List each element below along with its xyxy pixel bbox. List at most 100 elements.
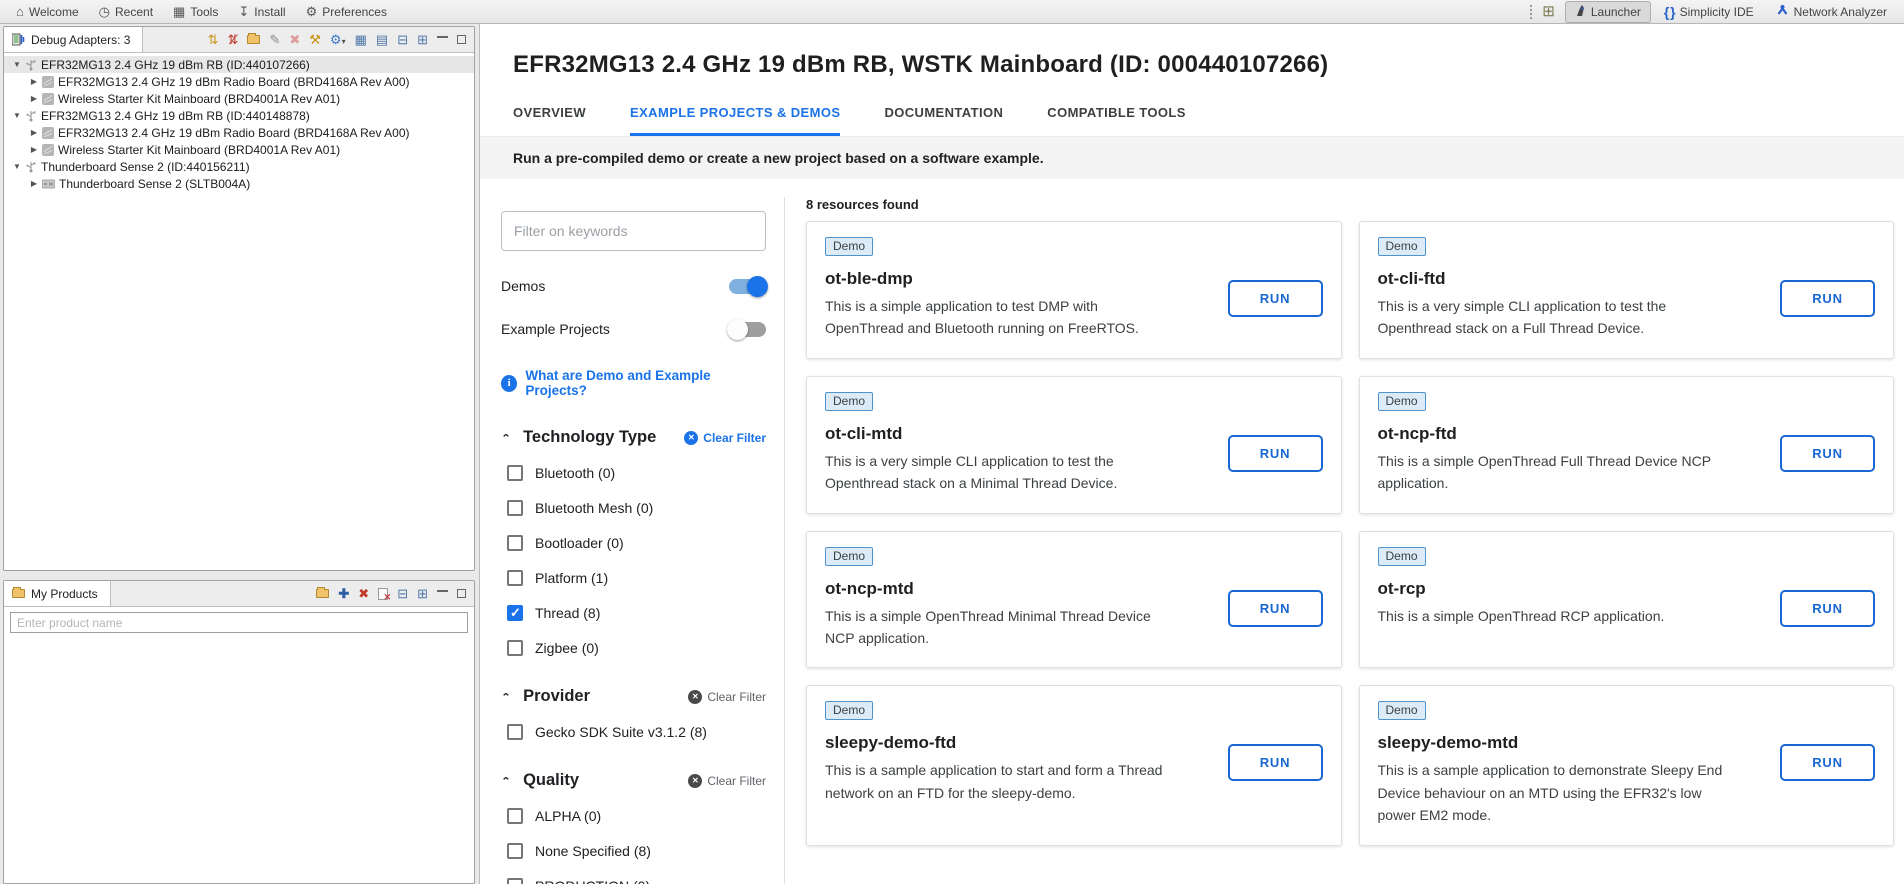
device-tools-icon[interactable]: ⚒: [309, 33, 321, 46]
rename-icon[interactable]: ✎: [269, 33, 280, 46]
chevron-up-icon[interactable]: ⌃: [501, 691, 511, 702]
maximize-panel-icon[interactable]: [457, 589, 466, 598]
remove-all-products-icon[interactable]: [378, 588, 388, 600]
minimize-panel-icon[interactable]: [437, 36, 448, 39]
expand-arrow-icon[interactable]: ▶: [28, 145, 40, 154]
collapse-arrow-icon[interactable]: ▼: [11, 60, 23, 69]
welcome-button[interactable]: ⌂ Welcome: [6, 0, 89, 23]
quality-clear-filter[interactable]: ✕ Clear Filter: [688, 774, 766, 788]
tree-row-adapter-1[interactable]: ▼ EFR32MG13 2.4 GHz 19 dBm RB (ID:440107…: [4, 56, 474, 73]
checkbox-thread[interactable]: Thread (8): [501, 604, 766, 622]
tab-documentation[interactable]: DOCUMENTATION: [884, 105, 1003, 136]
preferences-button[interactable]: ⚙ Preferences: [296, 0, 397, 23]
checkbox-production[interactable]: PRODUCTION (0): [501, 877, 766, 884]
expand-all-icon[interactable]: ⊞: [417, 587, 428, 600]
expand-arrow-icon[interactable]: ▶: [28, 94, 40, 103]
import-products-folder-icon[interactable]: [316, 589, 329, 598]
tree-row-radio-board-2[interactable]: ▶ EFR32MG13 2.4 GHz 19 dBm Radio Board (…: [4, 124, 474, 141]
connect-icon[interactable]: ⇅: [208, 33, 219, 46]
adapter-settings-gear-icon[interactable]: ⚙▾: [330, 33, 346, 46]
tree-row-adapter-2[interactable]: ▼ EFR32MG13 2.4 GHz 19 dBm RB (ID:440148…: [4, 107, 474, 124]
checkbox-none-specified[interactable]: None Specified (8): [501, 842, 766, 860]
debug-adapters-tab[interactable]: Debug Adapters: 3: [4, 27, 143, 52]
collapse-all-icon[interactable]: ⊟: [397, 33, 408, 46]
perspective-network-analyzer-button[interactable]: Network Analyzer: [1767, 2, 1896, 21]
checkbox-icon[interactable]: [507, 878, 523, 884]
tree-row-label: EFR32MG13 2.4 GHz 19 dBm RB (ID:44014887…: [41, 109, 310, 123]
run-button[interactable]: RUN: [1780, 280, 1875, 317]
collapse-arrow-icon[interactable]: ▼: [11, 111, 23, 120]
perspective-switcher: Launcher { } Simplicity IDE Network Anal…: [1563, 0, 1898, 23]
keyword-filter-input[interactable]: [501, 211, 766, 251]
expand-all-icon[interactable]: ⊞: [417, 33, 428, 46]
collapse-arrow-icon[interactable]: ▼: [11, 162, 23, 171]
checkbox-bootloader[interactable]: Bootloader (0): [501, 534, 766, 552]
my-products-tab[interactable]: My Products: [4, 581, 111, 606]
technology-type-clear-filter[interactable]: ✕ Clear Filter: [684, 431, 766, 445]
my-products-title: My Products: [31, 587, 98, 601]
tree-row-mainboard-2[interactable]: ▶ Wireless Starter Kit Mainboard (BRD400…: [4, 141, 474, 158]
checkbox-platform[interactable]: Platform (1): [501, 569, 766, 587]
delete-adapter-icon[interactable]: ✖: [289, 33, 300, 46]
view-cascade-icon[interactable]: ▤: [376, 33, 388, 46]
demos-toggle[interactable]: [729, 279, 766, 294]
remove-product-icon[interactable]: ✖: [358, 587, 369, 600]
perspective-launcher-button[interactable]: Launcher: [1565, 1, 1651, 23]
checkbox-icon[interactable]: [507, 535, 523, 551]
checkbox-icon[interactable]: [507, 808, 523, 824]
demo-card-ot-cli-ftd: Demo ot-cli-ftd This is a very simple CL…: [1359, 221, 1895, 359]
checkbox-icon[interactable]: [507, 570, 523, 586]
checkbox-icon[interactable]: [507, 724, 523, 740]
run-button[interactable]: RUN: [1780, 744, 1875, 781]
technology-type-title: Technology Type: [523, 428, 684, 447]
tab-example-projects-demos[interactable]: EXAMPLE PROJECTS & DEMOS: [630, 105, 840, 136]
checkbox-icon[interactable]: [507, 843, 523, 859]
checkbox-bluetooth-mesh[interactable]: Bluetooth Mesh (0): [501, 499, 766, 517]
tree-row-mainboard-1[interactable]: ▶ Wireless Starter Kit Mainboard (BRD400…: [4, 90, 474, 107]
demo-info-link[interactable]: i What are Demo and Example Projects?: [501, 368, 766, 398]
recent-button[interactable]: ◷ Recent: [89, 0, 163, 23]
tab-overview[interactable]: OVERVIEW: [513, 105, 586, 136]
run-button[interactable]: RUN: [1228, 744, 1323, 781]
provider-clear-filter[interactable]: ✕ Clear Filter: [688, 690, 766, 704]
chevron-up-icon[interactable]: ⌃: [501, 775, 511, 786]
install-button[interactable]: ↧ Install: [228, 0, 295, 23]
run-button[interactable]: RUN: [1228, 435, 1323, 472]
open-perspective-icon[interactable]: ⊞: [1542, 4, 1555, 19]
run-button[interactable]: RUN: [1228, 590, 1323, 627]
add-product-icon[interactable]: ✚: [338, 587, 349, 600]
checkbox-alpha[interactable]: ALPHA (0): [501, 807, 766, 825]
run-button[interactable]: RUN: [1228, 280, 1323, 317]
chevron-up-icon[interactable]: ⌃: [501, 432, 511, 443]
perspective-simplicity-ide-button[interactable]: { } Simplicity IDE: [1655, 2, 1763, 22]
tree-row-thunderboard-kit[interactable]: ▶ Thunderboard Sense 2 (SLTB004A): [4, 175, 474, 192]
expand-arrow-icon[interactable]: ▶: [28, 77, 40, 86]
minimize-panel-icon[interactable]: [437, 590, 448, 593]
expand-arrow-icon[interactable]: ▶: [28, 128, 40, 137]
demo-card-description: This is a simple OpenThread Minimal Thre…: [825, 605, 1170, 650]
run-button[interactable]: RUN: [1780, 590, 1875, 627]
maximize-panel-icon[interactable]: [457, 35, 466, 44]
clear-filter-x-icon: ✕: [688, 774, 702, 788]
checkbox-checked-icon[interactable]: [507, 605, 523, 621]
view-table-icon[interactable]: ▦: [355, 33, 367, 46]
tree-row-radio-board-1[interactable]: ▶ EFR32MG13 2.4 GHz 19 dBm Radio Board (…: [4, 73, 474, 90]
tools-button[interactable]: ▦ Tools: [163, 0, 228, 23]
perspective-simplicity-ide-label: Simplicity IDE: [1680, 5, 1754, 19]
example-projects-toggle[interactable]: [729, 322, 766, 337]
disconnect-icon[interactable]: ⇅̸: [228, 33, 239, 46]
product-name-input[interactable]: [10, 612, 468, 633]
checkbox-gecko-sdk[interactable]: Gecko SDK Suite v3.1.2 (8): [501, 723, 766, 741]
open-solution-folder-icon[interactable]: [247, 35, 260, 44]
tab-compatible-tools[interactable]: COMPATIBLE TOOLS: [1047, 105, 1186, 136]
tree-row-thunderboard[interactable]: ▼ Thunderboard Sense 2 (ID:440156211): [4, 158, 474, 175]
checkbox-icon[interactable]: [507, 500, 523, 516]
left-panel-column: Debug Adapters: 3 ⇅ ⇅̸ ✎ ✖ ⚒ ⚙▾ ▦ ▤ ⊟ ⊞: [0, 24, 479, 884]
expand-arrow-icon[interactable]: ▶: [28, 179, 40, 188]
checkbox-bluetooth[interactable]: Bluetooth (0): [501, 464, 766, 482]
checkbox-zigbee[interactable]: Zigbee (0): [501, 639, 766, 657]
checkbox-icon[interactable]: [507, 640, 523, 656]
run-button[interactable]: RUN: [1780, 435, 1875, 472]
checkbox-icon[interactable]: [507, 465, 523, 481]
collapse-all-icon[interactable]: ⊟: [397, 587, 408, 600]
